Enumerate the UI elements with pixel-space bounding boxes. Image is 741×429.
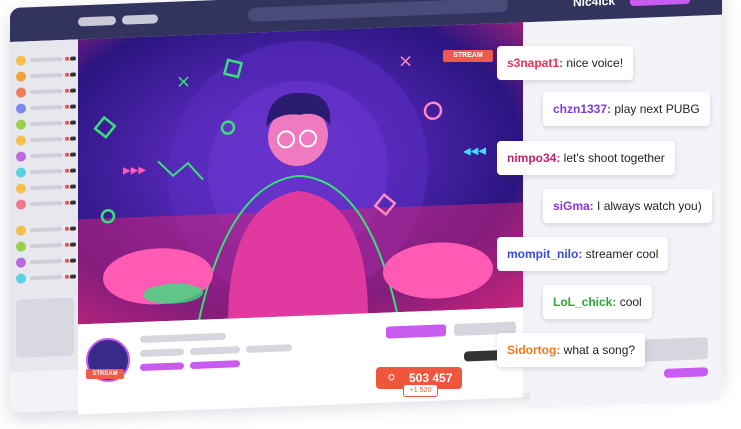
chat-message[interactable]: nimpo34: let's shoot together — [497, 141, 675, 175]
sidebar-placeholder — [16, 297, 74, 358]
sidebar-item[interactable] — [16, 272, 76, 284]
chat-message[interactable]: siGma: I always watch you) — [543, 189, 712, 223]
chat-text: play next PUBG — [611, 102, 700, 116]
chat-nick[interactable]: LoL_chick: — [553, 295, 616, 309]
chat-send-button[interactable] — [664, 367, 708, 378]
stream-info-area — [78, 307, 523, 415]
tag-pill[interactable] — [140, 362, 184, 372]
username[interactable]: Nic4ick — [573, 0, 615, 9]
sidebar-item[interactable] — [16, 240, 76, 252]
sidebar-item[interactable] — [16, 86, 76, 98]
stream-video[interactable]: × × ▶▶▶ ◀◀◀ — [78, 22, 523, 325]
channel-sidebar — [10, 39, 78, 373]
chat-nick[interactable]: siGma: — [553, 199, 594, 213]
sidebar-item[interactable] — [16, 102, 76, 114]
chat-text: I always watch you) — [593, 199, 702, 213]
meta-placeholder — [246, 344, 292, 353]
chat-nick[interactable]: chzn1337: — [553, 102, 611, 116]
svg-text:×: × — [176, 71, 191, 93]
sidebar-item[interactable] — [16, 70, 76, 82]
sidebar-item[interactable] — [16, 198, 76, 210]
svg-text:◀◀◀: ◀◀◀ — [463, 146, 486, 158]
chat-message[interactable]: LoL_chick: cool — [543, 285, 652, 319]
profile-button[interactable] — [630, 0, 690, 7]
sidebar-item[interactable] — [16, 54, 76, 66]
chat-nick[interactable]: s3napat1: — [507, 56, 563, 70]
viewer-delta: +1 520 — [403, 384, 438, 397]
sidebar-item[interactable] — [16, 256, 76, 268]
follow-button[interactable] — [386, 324, 446, 339]
chat-message[interactable]: mompit_nilo: streamer cool — [497, 237, 669, 271]
nav-pill-1[interactable] — [78, 15, 116, 27]
chat-text: let's shoot together — [560, 151, 665, 165]
user-icon: ⚪ — [386, 370, 397, 385]
chat-text: nice voice! — [563, 56, 624, 70]
nav-pill-2[interactable] — [122, 14, 158, 25]
chat-nick[interactable]: mompit_nilo: — [507, 247, 582, 261]
chat-message[interactable]: s3napat1: nice voice! — [497, 46, 634, 80]
stream-label: STREAM — [443, 50, 493, 62]
viewer-count: 503 457 — [409, 371, 453, 385]
chat-nick[interactable]: nimpo34: — [507, 151, 560, 165]
sidebar-item[interactable] — [16, 166, 76, 178]
title-placeholder — [140, 332, 226, 344]
search-bar[interactable] — [248, 0, 508, 22]
sidebar-item[interactable] — [16, 150, 76, 162]
chat-nick[interactable]: Sidortog: — [507, 343, 560, 357]
meta-placeholder — [190, 346, 240, 356]
sidebar-item[interactable] — [16, 224, 76, 236]
sidebar-item[interactable] — [16, 134, 76, 146]
chat-text: what a song? — [560, 343, 636, 357]
sidebar-item[interactable] — [16, 118, 76, 130]
streamer-stream-badge: STREAM — [86, 369, 124, 379]
chat-message[interactable]: chzn1337: play next PUBG — [543, 92, 710, 126]
svg-text:▶▶▶: ▶▶▶ — [123, 165, 146, 177]
sidebar-item[interactable] — [16, 182, 76, 194]
streamer-illustration: × × ▶▶▶ ◀◀◀ — [78, 40, 523, 325]
meta-placeholder — [140, 348, 184, 358]
svg-text:×: × — [398, 51, 413, 73]
chat-text: streamer cool — [582, 247, 659, 261]
chat-text: cool — [616, 295, 642, 309]
tag-pill[interactable] — [190, 360, 240, 370]
chat-message[interactable]: Sidortog: what a song? — [497, 333, 646, 367]
